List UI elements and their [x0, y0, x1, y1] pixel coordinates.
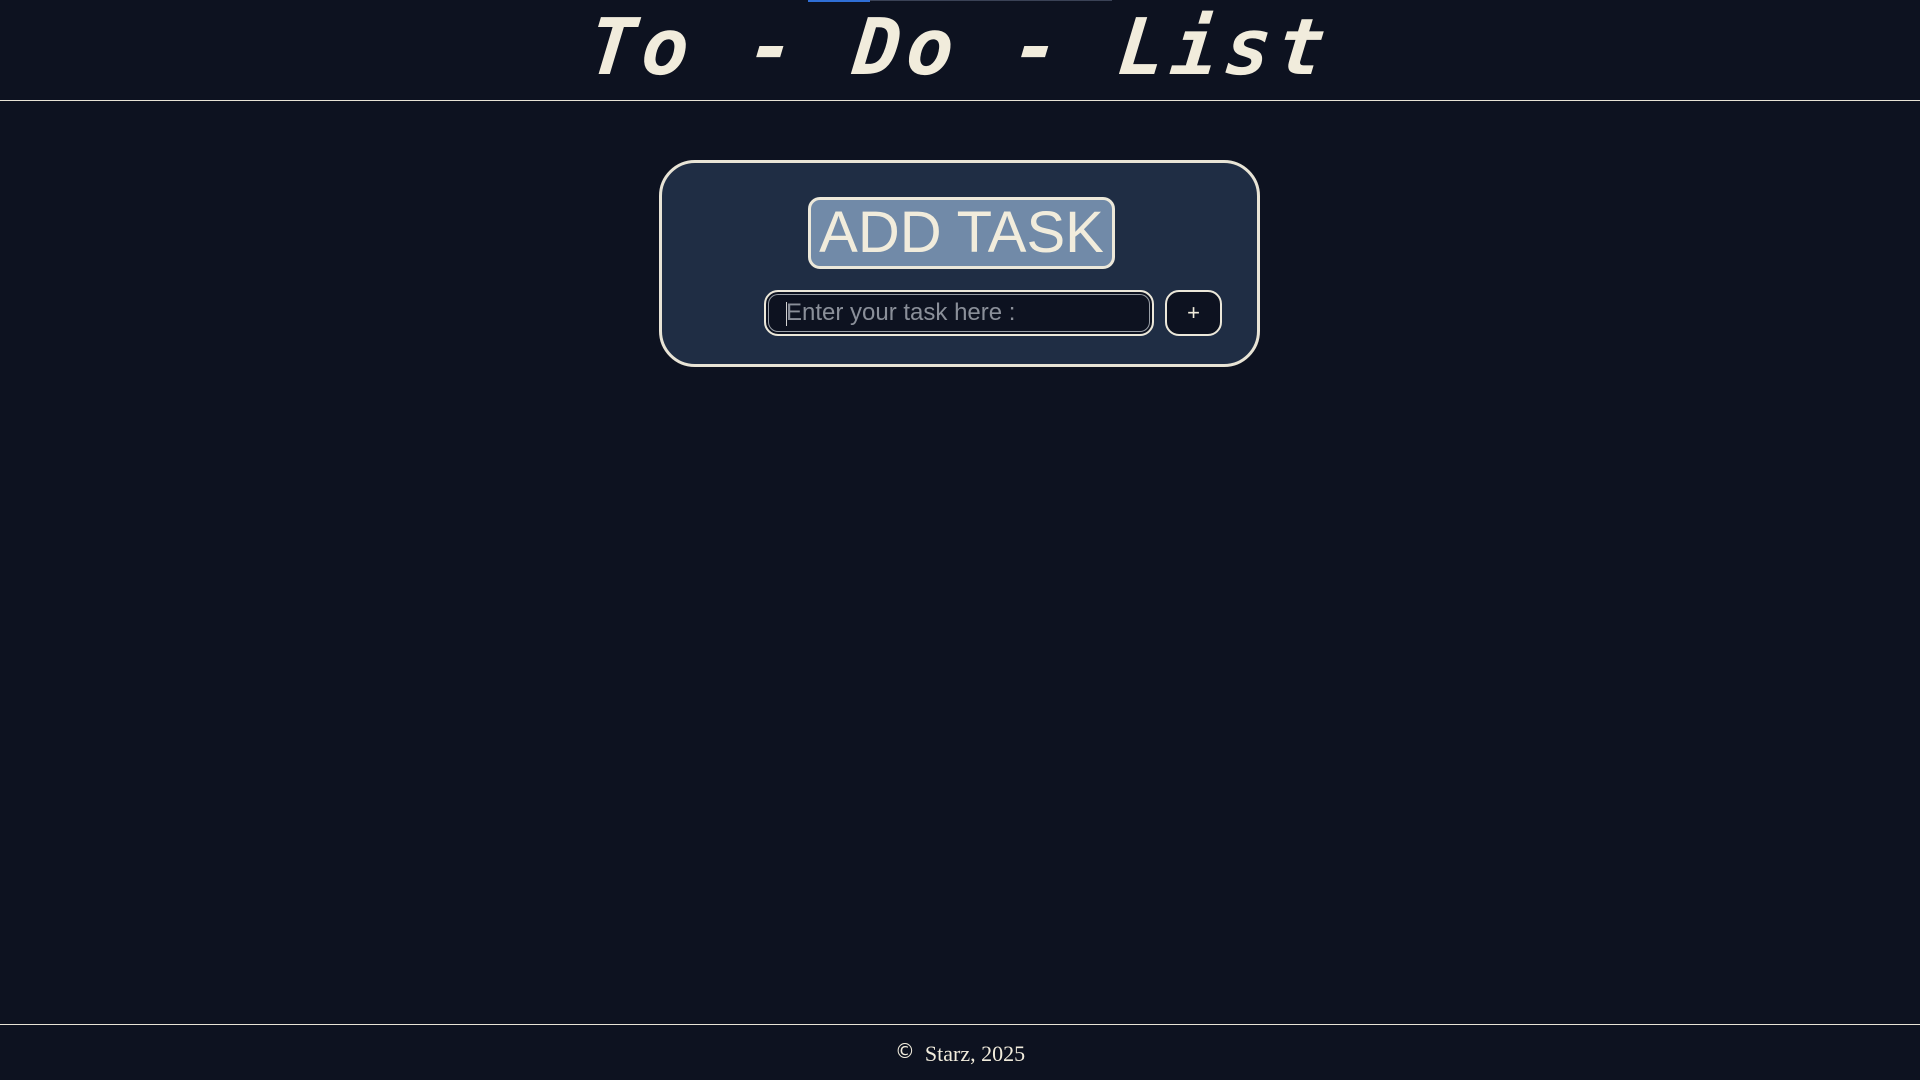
text-caret	[786, 302, 787, 326]
task-input[interactable]	[764, 290, 1154, 336]
footer-text: Starz, 2025	[924, 1040, 1026, 1066]
page: To - Do - List ADD TASK + © Starz, 2025	[0, 0, 1920, 1080]
add-task-heading: ADD TASK	[808, 197, 1115, 269]
copyright-icon: ©	[894, 1039, 915, 1063]
add-task-button[interactable]: +	[1165, 290, 1222, 336]
add-task-card: ADD TASK +	[659, 160, 1260, 367]
header: To - Do - List	[0, 0, 1920, 101]
footer: © Starz, 2025	[0, 1024, 1920, 1080]
app-title: To - Do - List	[584, 3, 1336, 93]
